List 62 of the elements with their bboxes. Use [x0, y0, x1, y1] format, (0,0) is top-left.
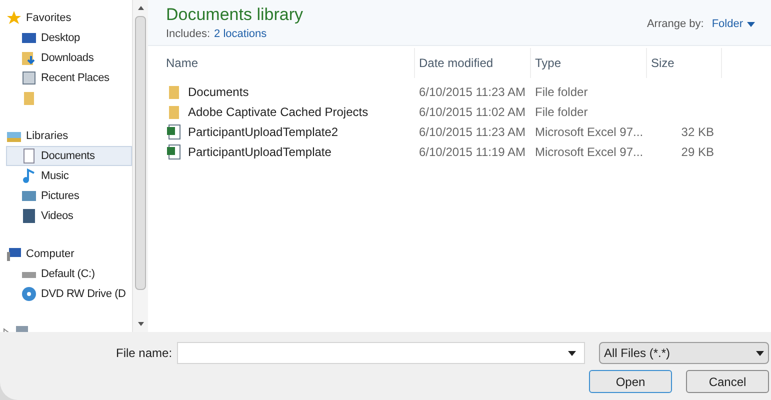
disc-icon — [21, 286, 37, 302]
arrange-dropdown[interactable]: Folder — [712, 16, 755, 32]
folder-icon — [21, 90, 37, 106]
file-name-field[interactable] — [177, 342, 585, 364]
arrange-by-label: Arrange by: — [646, 17, 704, 32]
nav-item[interactable]: Downloads — [6, 48, 132, 68]
folder-icon — [166, 84, 182, 100]
type-cell-text: Microsoft Excel 97... — [534, 144, 644, 161]
date-cell-text: 6/10/2015 11:23 AM — [418, 124, 527, 141]
date-cell-text: 6/10/2015 11:23 AM — [418, 84, 527, 101]
type-cell-text: Microsoft Excel 97... — [534, 124, 644, 141]
column-header[interactable]: Date modified — [415, 48, 531, 78]
nav-item[interactable]: Documents — [6, 146, 132, 166]
dialog-button[interactable]: Cancel — [686, 370, 769, 393]
scroll-up-icon[interactable] — [136, 4, 144, 12]
file-name-cell[interactable]: ParticipantUploadTemplate — [162, 143, 415, 161]
column-header[interactable]: Size — [647, 48, 722, 78]
caret-icon[interactable] — [568, 349, 576, 357]
caret-icon — [756, 349, 764, 357]
nav-item[interactable]: Desktop — [6, 28, 132, 48]
download-folder-icon — [21, 50, 37, 66]
monitor-icon — [21, 30, 37, 46]
type-cell-text: File folder — [534, 104, 589, 121]
nav-item[interactable]: Videos — [6, 206, 132, 226]
spreadsheet-icon — [166, 124, 182, 140]
computer-icon — [6, 246, 22, 262]
music-note-icon — [21, 168, 37, 184]
spreadsheet-icon — [166, 144, 182, 160]
locations-link[interactable]: 2 locations — [214, 26, 267, 42]
column-header[interactable]: Type — [531, 48, 647, 78]
file-name-cell[interactable]: ParticipantUploadTemplate2 — [162, 123, 415, 141]
date-cell-text: 6/10/2015 11:19 AM — [418, 144, 527, 161]
nav-group[interactable]: Libraries — [6, 126, 132, 146]
recent-places-icon — [21, 70, 37, 86]
type-cell-text: File folder — [534, 84, 589, 101]
size-cell-text: 29 KB — [680, 144, 715, 161]
scrollbar[interactable] — [132, 0, 148, 332]
nav-group[interactable]: Computer — [6, 244, 132, 264]
file-type-dropdown[interactable]: All Files (*.*) — [599, 342, 769, 364]
caret-icon — [747, 20, 755, 28]
document-icon — [21, 148, 37, 164]
scroll-thumb[interactable] — [135, 16, 146, 290]
includes-label: Includes: — [166, 27, 210, 42]
file-name-cell[interactable]: Documents — [162, 83, 415, 101]
date-cell-text: 6/10/2015 11:02 AM — [418, 104, 527, 121]
nav-item[interactable]: Pictures — [6, 186, 132, 206]
dialog-button[interactable]: Open — [589, 370, 672, 393]
size-cell-text: 32 KB — [680, 124, 715, 141]
nav-item[interactable]: Music — [6, 166, 132, 186]
library-title: Documents library — [166, 4, 303, 26]
nav-item[interactable]: Recent Places — [6, 68, 132, 88]
file-name-cell[interactable]: Adobe Captivate Cached Projects — [162, 103, 415, 121]
column-header[interactable]: Name — [162, 48, 415, 78]
file-name-label: File name: — [116, 345, 174, 362]
star-icon — [6, 10, 22, 26]
nav-group[interactable]: Favorites — [6, 8, 132, 28]
folder-icon — [166, 104, 182, 120]
nav-item[interactable]: DVD RW Drive (D — [6, 284, 132, 304]
nav-item[interactable]: Default (C:) — [6, 264, 132, 284]
picture-icon — [21, 188, 37, 204]
scroll-down-icon[interactable] — [136, 320, 144, 328]
film-icon — [21, 208, 37, 224]
